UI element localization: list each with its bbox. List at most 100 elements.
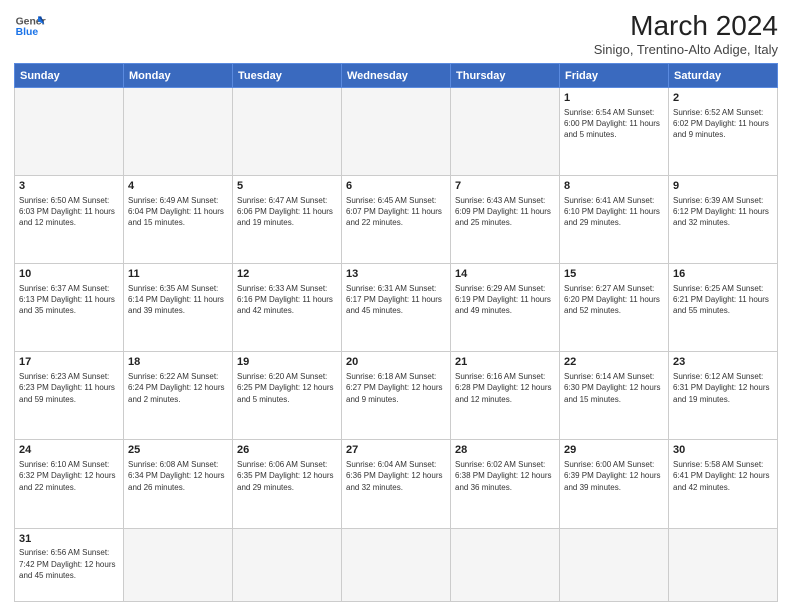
day-number: 12	[237, 267, 337, 282]
day-number: 17	[19, 355, 119, 370]
day-info: Sunrise: 6:08 AM Sunset: 6:34 PM Dayligh…	[128, 459, 228, 493]
day-number: 6	[346, 179, 446, 194]
calendar-cell	[560, 528, 669, 601]
day-info: Sunrise: 6:45 AM Sunset: 6:07 PM Dayligh…	[346, 195, 446, 229]
week-row-5: 31Sunrise: 6:56 AM Sunset: 7:42 PM Dayli…	[15, 528, 778, 601]
calendar-cell	[15, 88, 124, 176]
day-number: 9	[673, 179, 773, 194]
weekday-header-saturday: Saturday	[669, 64, 778, 88]
day-info: Sunrise: 6:35 AM Sunset: 6:14 PM Dayligh…	[128, 283, 228, 317]
day-info: Sunrise: 6:47 AM Sunset: 6:06 PM Dayligh…	[237, 195, 337, 229]
day-info: Sunrise: 6:14 AM Sunset: 6:30 PM Dayligh…	[564, 371, 664, 405]
header: General Blue March 2024 Sinigo, Trentino…	[14, 10, 778, 57]
day-number: 15	[564, 267, 664, 282]
week-row-2: 10Sunrise: 6:37 AM Sunset: 6:13 PM Dayli…	[15, 264, 778, 352]
day-number: 2	[673, 91, 773, 106]
day-number: 22	[564, 355, 664, 370]
calendar-cell: 9Sunrise: 6:39 AM Sunset: 6:12 PM Daylig…	[669, 176, 778, 264]
day-info: Sunrise: 6:29 AM Sunset: 6:19 PM Dayligh…	[455, 283, 555, 317]
day-number: 3	[19, 179, 119, 194]
day-number: 28	[455, 443, 555, 458]
day-number: 25	[128, 443, 228, 458]
day-number: 30	[673, 443, 773, 458]
weekday-header-sunday: Sunday	[15, 64, 124, 88]
week-row-1: 3Sunrise: 6:50 AM Sunset: 6:03 PM Daylig…	[15, 176, 778, 264]
day-info: Sunrise: 6:04 AM Sunset: 6:36 PM Dayligh…	[346, 459, 446, 493]
day-number: 8	[564, 179, 664, 194]
calendar-table: SundayMondayTuesdayWednesdayThursdayFrid…	[14, 63, 778, 602]
calendar-cell: 4Sunrise: 6:49 AM Sunset: 6:04 PM Daylig…	[124, 176, 233, 264]
month-title: March 2024	[594, 10, 778, 42]
weekday-header-thursday: Thursday	[451, 64, 560, 88]
day-info: Sunrise: 6:22 AM Sunset: 6:24 PM Dayligh…	[128, 371, 228, 405]
calendar-cell	[342, 528, 451, 601]
week-row-3: 17Sunrise: 6:23 AM Sunset: 6:23 PM Dayli…	[15, 352, 778, 440]
calendar-cell: 22Sunrise: 6:14 AM Sunset: 6:30 PM Dayli…	[560, 352, 669, 440]
day-info: Sunrise: 6:10 AM Sunset: 6:32 PM Dayligh…	[19, 459, 119, 493]
day-info: Sunrise: 6:23 AM Sunset: 6:23 PM Dayligh…	[19, 371, 119, 405]
day-info: Sunrise: 6:56 AM Sunset: 7:42 PM Dayligh…	[19, 547, 119, 581]
calendar-cell: 23Sunrise: 6:12 AM Sunset: 6:31 PM Dayli…	[669, 352, 778, 440]
calendar-cell: 28Sunrise: 6:02 AM Sunset: 6:38 PM Dayli…	[451, 440, 560, 528]
day-info: Sunrise: 6:52 AM Sunset: 6:02 PM Dayligh…	[673, 107, 773, 141]
calendar-cell: 11Sunrise: 6:35 AM Sunset: 6:14 PM Dayli…	[124, 264, 233, 352]
logo-icon: General Blue	[14, 10, 46, 42]
calendar-cell: 8Sunrise: 6:41 AM Sunset: 6:10 PM Daylig…	[560, 176, 669, 264]
title-block: March 2024 Sinigo, Trentino-Alto Adige, …	[594, 10, 778, 57]
calendar-cell: 10Sunrise: 6:37 AM Sunset: 6:13 PM Dayli…	[15, 264, 124, 352]
day-info: Sunrise: 6:12 AM Sunset: 6:31 PM Dayligh…	[673, 371, 773, 405]
calendar-cell: 31Sunrise: 6:56 AM Sunset: 7:42 PM Dayli…	[15, 528, 124, 601]
day-info: Sunrise: 6:25 AM Sunset: 6:21 PM Dayligh…	[673, 283, 773, 317]
day-number: 20	[346, 355, 446, 370]
page: General Blue March 2024 Sinigo, Trentino…	[0, 0, 792, 612]
day-info: Sunrise: 6:39 AM Sunset: 6:12 PM Dayligh…	[673, 195, 773, 229]
day-number: 11	[128, 267, 228, 282]
calendar-cell: 30Sunrise: 5:58 AM Sunset: 6:41 PM Dayli…	[669, 440, 778, 528]
day-number: 21	[455, 355, 555, 370]
day-info: Sunrise: 6:54 AM Sunset: 6:00 PM Dayligh…	[564, 107, 664, 141]
week-row-0: 1Sunrise: 6:54 AM Sunset: 6:00 PM Daylig…	[15, 88, 778, 176]
day-number: 29	[564, 443, 664, 458]
day-info: Sunrise: 6:27 AM Sunset: 6:20 PM Dayligh…	[564, 283, 664, 317]
calendar-cell	[124, 88, 233, 176]
day-info: Sunrise: 6:06 AM Sunset: 6:35 PM Dayligh…	[237, 459, 337, 493]
calendar-cell	[451, 528, 560, 601]
day-info: Sunrise: 6:37 AM Sunset: 6:13 PM Dayligh…	[19, 283, 119, 317]
day-info: Sunrise: 6:33 AM Sunset: 6:16 PM Dayligh…	[237, 283, 337, 317]
day-info: Sunrise: 6:18 AM Sunset: 6:27 PM Dayligh…	[346, 371, 446, 405]
day-number: 16	[673, 267, 773, 282]
day-info: Sunrise: 6:50 AM Sunset: 6:03 PM Dayligh…	[19, 195, 119, 229]
calendar-cell	[124, 528, 233, 601]
day-number: 1	[564, 91, 664, 106]
calendar-cell	[233, 88, 342, 176]
day-info: Sunrise: 6:02 AM Sunset: 6:38 PM Dayligh…	[455, 459, 555, 493]
calendar-cell: 20Sunrise: 6:18 AM Sunset: 6:27 PM Dayli…	[342, 352, 451, 440]
weekday-header-friday: Friday	[560, 64, 669, 88]
weekday-header-tuesday: Tuesday	[233, 64, 342, 88]
calendar-cell: 3Sunrise: 6:50 AM Sunset: 6:03 PM Daylig…	[15, 176, 124, 264]
calendar-cell: 18Sunrise: 6:22 AM Sunset: 6:24 PM Dayli…	[124, 352, 233, 440]
calendar-cell	[669, 528, 778, 601]
day-number: 23	[673, 355, 773, 370]
day-number: 7	[455, 179, 555, 194]
day-info: Sunrise: 6:41 AM Sunset: 6:10 PM Dayligh…	[564, 195, 664, 229]
logo: General Blue	[14, 10, 46, 42]
calendar-cell: 7Sunrise: 6:43 AM Sunset: 6:09 PM Daylig…	[451, 176, 560, 264]
calendar-cell: 14Sunrise: 6:29 AM Sunset: 6:19 PM Dayli…	[451, 264, 560, 352]
day-info: Sunrise: 6:31 AM Sunset: 6:17 PM Dayligh…	[346, 283, 446, 317]
calendar-cell: 25Sunrise: 6:08 AM Sunset: 6:34 PM Dayli…	[124, 440, 233, 528]
day-number: 27	[346, 443, 446, 458]
day-info: Sunrise: 6:16 AM Sunset: 6:28 PM Dayligh…	[455, 371, 555, 405]
day-number: 4	[128, 179, 228, 194]
day-info: Sunrise: 6:20 AM Sunset: 6:25 PM Dayligh…	[237, 371, 337, 405]
calendar-cell	[342, 88, 451, 176]
day-number: 10	[19, 267, 119, 282]
week-row-4: 24Sunrise: 6:10 AM Sunset: 6:32 PM Dayli…	[15, 440, 778, 528]
calendar-cell: 2Sunrise: 6:52 AM Sunset: 6:02 PM Daylig…	[669, 88, 778, 176]
calendar-cell: 19Sunrise: 6:20 AM Sunset: 6:25 PM Dayli…	[233, 352, 342, 440]
calendar-cell: 29Sunrise: 6:00 AM Sunset: 6:39 PM Dayli…	[560, 440, 669, 528]
calendar-cell: 17Sunrise: 6:23 AM Sunset: 6:23 PM Dayli…	[15, 352, 124, 440]
weekday-header-row: SundayMondayTuesdayWednesdayThursdayFrid…	[15, 64, 778, 88]
calendar-cell: 21Sunrise: 6:16 AM Sunset: 6:28 PM Dayli…	[451, 352, 560, 440]
calendar-cell	[233, 528, 342, 601]
